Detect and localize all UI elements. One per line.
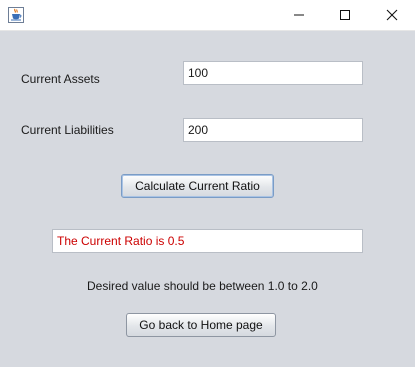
maximize-button[interactable] <box>322 0 368 30</box>
minimize-button[interactable] <box>276 0 322 30</box>
current-liabilities-input[interactable] <box>183 118 363 142</box>
close-icon <box>386 6 398 25</box>
home-page-button[interactable]: Go back to Home page <box>126 313 276 337</box>
title-bar[interactable] <box>0 0 415 31</box>
close-button[interactable] <box>369 0 415 30</box>
calculate-ratio-button[interactable]: Calculate Current Ratio <box>121 174 274 198</box>
minimize-icon <box>293 6 305 25</box>
maximize-icon <box>339 6 351 25</box>
result-field: The Current Ratio is 0.5 <box>52 229 363 253</box>
current-assets-label: Current Assets <box>21 72 100 86</box>
calculator-panel: Current Assets Current Liabilities Calcu… <box>0 31 415 367</box>
java-coffee-cup-icon <box>8 7 24 23</box>
current-assets-input[interactable] <box>183 61 363 85</box>
desired-value-hint: Desired value should be between 1.0 to 2… <box>87 279 318 293</box>
current-liabilities-label: Current Liabilities <box>21 123 114 137</box>
